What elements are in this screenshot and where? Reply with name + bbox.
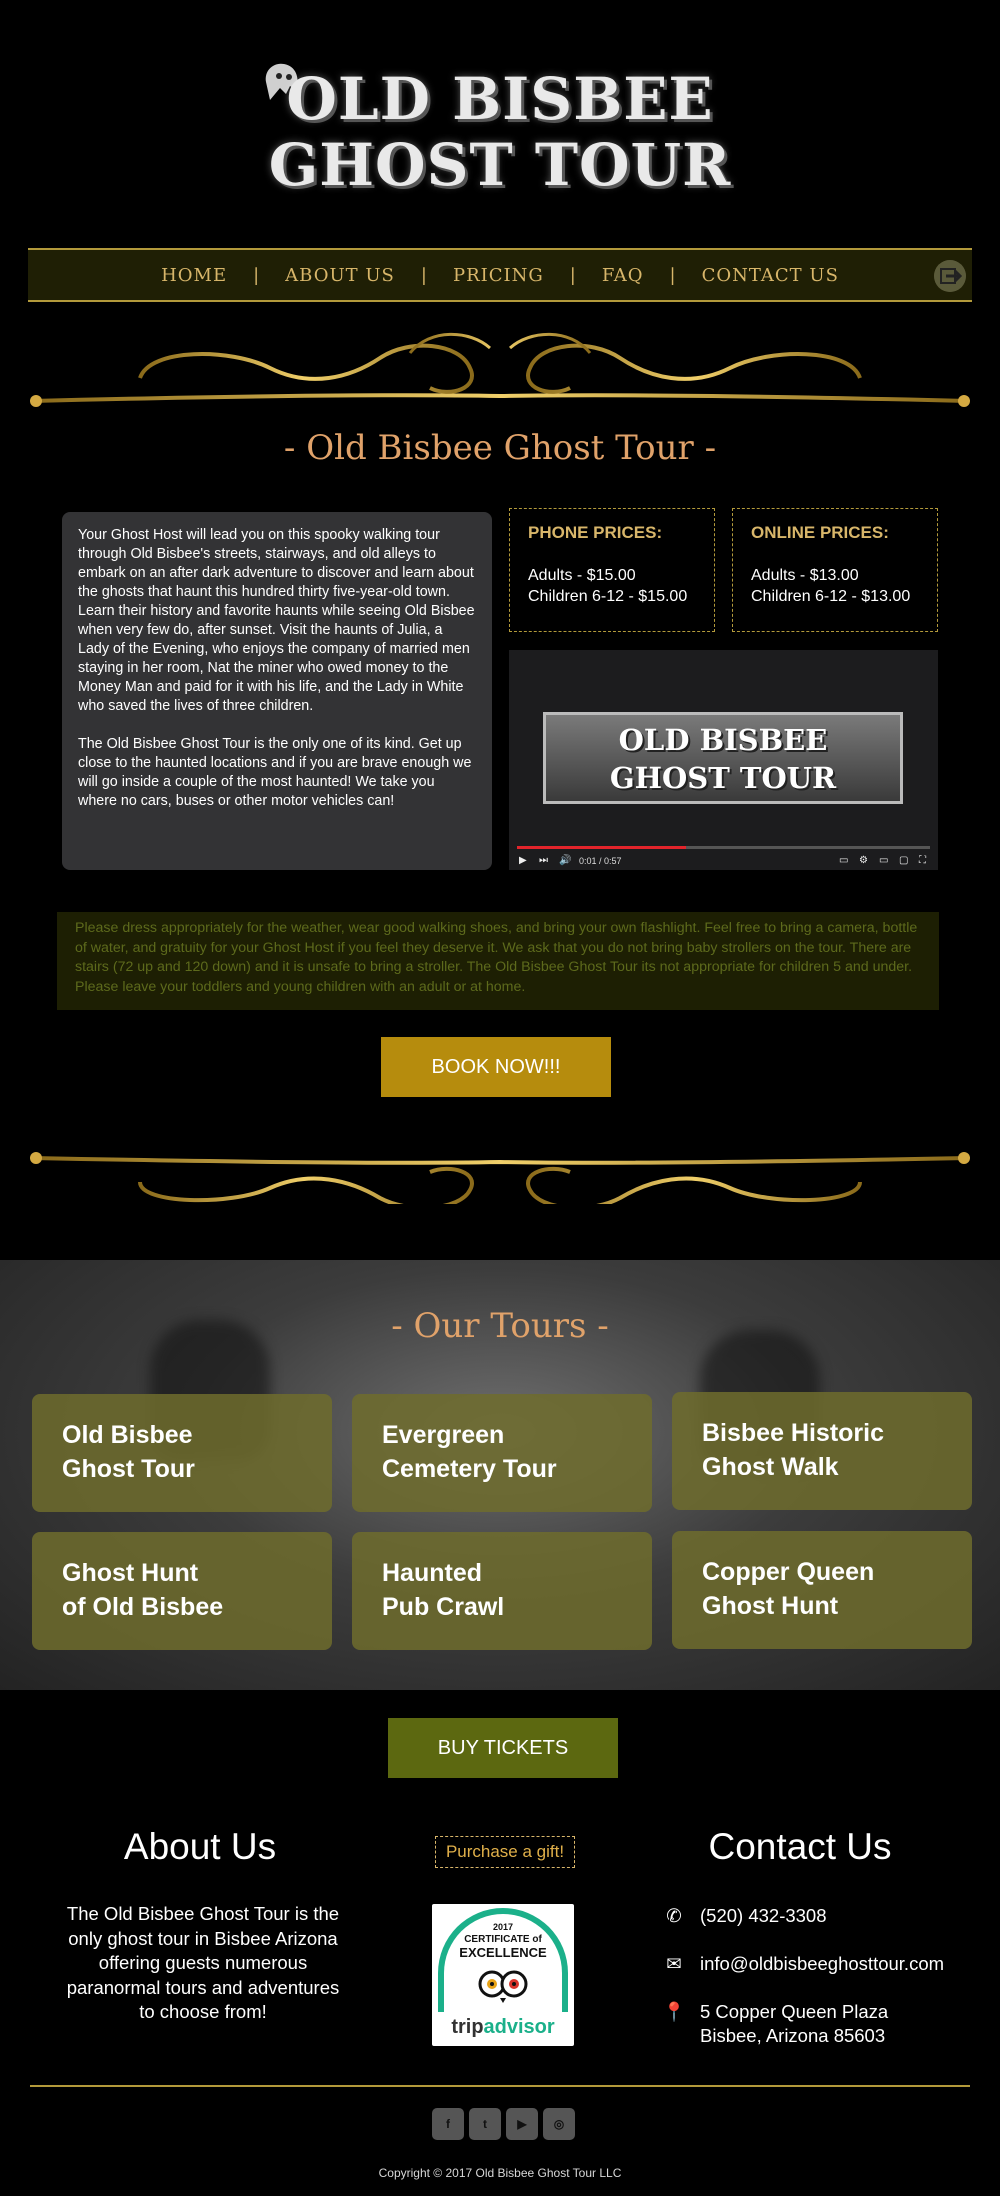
tour-card-line2: Ghost Hunt — [702, 1592, 839, 1620]
badge-year: 2017 — [492, 1922, 514, 1932]
tours-title: - Our Tours - — [391, 1306, 609, 1346]
nav-separator: | — [669, 264, 676, 286]
login-arrow-icon[interactable] — [934, 260, 966, 292]
video-progress-fill — [517, 846, 687, 849]
intro-paragraph-1: Your Ghost Host will lead you on this sp… — [78, 527, 475, 714]
tripadvisor-badge[interactable]: 2017 CERTIFICATE of EXCELLENCE tripadvis… — [432, 1904, 574, 2046]
about-text: The Old Bisbee Ghost Tour is the only gh… — [66, 1903, 340, 2022]
tour-card-line2: Ghost Walk — [702, 1453, 839, 1481]
contact-email-text: info@oldbisbeeghosttour.com — [700, 1953, 945, 1974]
next-icon[interactable]: ⏭ — [539, 856, 549, 866]
tour-card-line1: Evergreen — [382, 1421, 505, 1449]
video-thumbnail: OLD BISBEE GHOST TOUR — [543, 712, 903, 804]
contact-heading: Contact Us — [708, 1826, 892, 1867]
fullscreen-icon[interactable]: ⛶ — [919, 856, 929, 866]
twitter-icon[interactable]: t — [469, 2108, 501, 2140]
nav-faq[interactable]: FAQ — [602, 265, 644, 286]
social-links: f t ▶ ◎ — [432, 2108, 575, 2140]
video-card-line2: GHOST TOUR — [609, 761, 837, 795]
contact-address-line2: Bisbee, Arizona 85603 — [700, 2025, 886, 2046]
online-prices-box: ONLINE PRICES: Adults - $13.00 Children … — [732, 508, 938, 632]
captions-icon[interactable]: ▭ — [839, 856, 849, 866]
contact-address-line1: 5 Copper Queen Plaza — [700, 2001, 889, 2022]
cast-icon[interactable]: ▢ — [899, 856, 909, 866]
tour-card-line2: of Old Bisbee — [62, 1593, 224, 1621]
intro-paragraph-2: The Old Bisbee Ghost Tour is the only on… — [78, 736, 472, 809]
book-now-button[interactable]: BOOK NOW!!! — [381, 1037, 611, 1097]
video-card-line1: OLD BISBEE — [618, 723, 828, 757]
online-prices-title: ONLINE PRICES: — [751, 523, 889, 542]
phone-icon: ✆ — [666, 1905, 682, 1926]
nav-about-us[interactable]: ABOUT US — [285, 265, 395, 286]
video-time: 0:01 / 0:57 — [579, 856, 622, 866]
badge-brand-1: trip — [451, 2016, 484, 2038]
tour-card-line2: Cemetery Tour — [382, 1455, 557, 1483]
online-price-adults: Adults - $13.00 — [751, 567, 859, 584]
nav-home[interactable]: HOME — [161, 265, 227, 286]
phone-prices-title: PHONE PRICES: — [528, 523, 663, 542]
miniplayer-icon[interactable]: ▭ — [879, 856, 889, 866]
contact-phone[interactable]: ✆ (520) 432-3308 — [662, 1904, 827, 1928]
map-pin-icon: 📍 — [662, 2001, 686, 2022]
contact-phone-text: (520) 432-3308 — [700, 1905, 827, 1926]
video-player[interactable]: OLD BISBEE GHOST TOUR ▶ ⏭ 🔊 0:01 / 0:57 … — [509, 650, 938, 870]
tour-card-line1: Bisbee Historic — [702, 1419, 885, 1447]
tripadvisor-owl-icon — [478, 1970, 528, 2003]
badge-excellence: EXCELLENCE — [459, 1945, 547, 1960]
envelope-icon: ✉ — [666, 1953, 682, 1974]
notice-text: Please dress appropriately for the weath… — [57, 912, 939, 1010]
online-price-children: Children 6-12 - $13.00 — [751, 588, 911, 605]
nav-separator: | — [253, 264, 260, 286]
contact-address: 📍 5 Copper Queen Plaza Bisbee, Arizona 8… — [662, 2000, 888, 2048]
nav-contact-us[interactable]: CONTACT US — [702, 265, 839, 286]
intro-text-box: Your Ghost Host will lead you on this sp… — [62, 512, 492, 870]
youtube-icon[interactable]: ▶ — [506, 2108, 538, 2140]
tour-card-line1: Copper Queen — [702, 1558, 875, 1586]
tour-card-line2: Pub Crawl — [382, 1593, 505, 1621]
nav-separator: | — [569, 264, 576, 286]
nav-pricing[interactable]: PRICING — [453, 265, 544, 286]
about-heading: About Us — [123, 1826, 277, 1867]
copyright: Copyright © 2017 Old Bisbee Ghost Tour L… — [378, 2166, 622, 2180]
phone-price-adults: Adults - $15.00 — [528, 567, 636, 584]
instagram-icon[interactable]: ◎ — [543, 2108, 575, 2140]
main-nav: HOME | ABOUT US | PRICING | FAQ | CONTAC… — [28, 248, 972, 302]
phone-prices-box: PHONE PRICES: Adults - $15.00 Children 6… — [509, 508, 715, 632]
section-title: - Old Bisbee Ghost Tour - — [283, 428, 717, 468]
tour-card-line2: Ghost Tour — [62, 1455, 195, 1483]
badge-wordmark: tripadvisor — [432, 2016, 574, 2039]
badge-brand-2: advisor — [483, 2016, 555, 2038]
play-icon[interactable]: ▶ — [519, 856, 529, 866]
divider-flourish-top — [30, 332, 970, 407]
settings-icon[interactable]: ⚙ — [859, 856, 869, 866]
tour-card-line1: Ghost Hunt — [62, 1559, 199, 1587]
volume-icon[interactable]: 🔊 — [559, 856, 571, 866]
footer-divider — [30, 2085, 970, 2087]
tour-card-line1: Haunted — [382, 1559, 482, 1587]
site-logo[interactable]: OLD BISBEE GHOST TOUR — [260, 66, 740, 198]
video-progress-bar[interactable] — [517, 846, 930, 849]
tour-card-haunted-pub-crawl[interactable]: Haunted Pub Crawl — [352, 1532, 652, 1650]
divider-flourish-bottom — [30, 1152, 970, 1204]
phone-price-children: Children 6-12 - $15.00 — [528, 588, 688, 605]
tour-card-copper-queen-ghost-hunt[interactable]: Copper Queen Ghost Hunt — [672, 1531, 972, 1649]
tour-card-bisbee-historic-ghost-walk[interactable]: Bisbee Historic Ghost Walk — [672, 1392, 972, 1510]
logo-line1: OLD BISBEE — [286, 65, 714, 133]
tour-card-line1: Old Bisbee — [62, 1421, 193, 1449]
contact-email[interactable]: ✉ info@oldbisbeeghosttour.com — [662, 1952, 944, 1976]
logo-line2: GHOST TOUR — [268, 131, 732, 199]
video-controls: ▶ ⏭ 🔊 0:01 / 0:57 ▭ ⚙ ▭ ▢ ⛶ — [519, 854, 929, 868]
buy-tickets-button[interactable]: BUY TICKETS — [388, 1718, 618, 1778]
nav-separator: | — [420, 264, 427, 286]
purchase-gift-button[interactable]: Purchase a gift! — [435, 1836, 575, 1868]
tour-card-evergreen-cemetery-tour[interactable]: Evergreen Cemetery Tour — [352, 1394, 652, 1512]
badge-certificate: CERTIFICATE of — [464, 1934, 542, 1945]
tour-card-old-bisbee-ghost-tour[interactable]: Old Bisbee Ghost Tour — [32, 1394, 332, 1512]
tour-card-ghost-hunt-of-old-bisbee[interactable]: Ghost Hunt of Old Bisbee — [32, 1532, 332, 1650]
facebook-icon[interactable]: f — [432, 2108, 464, 2140]
